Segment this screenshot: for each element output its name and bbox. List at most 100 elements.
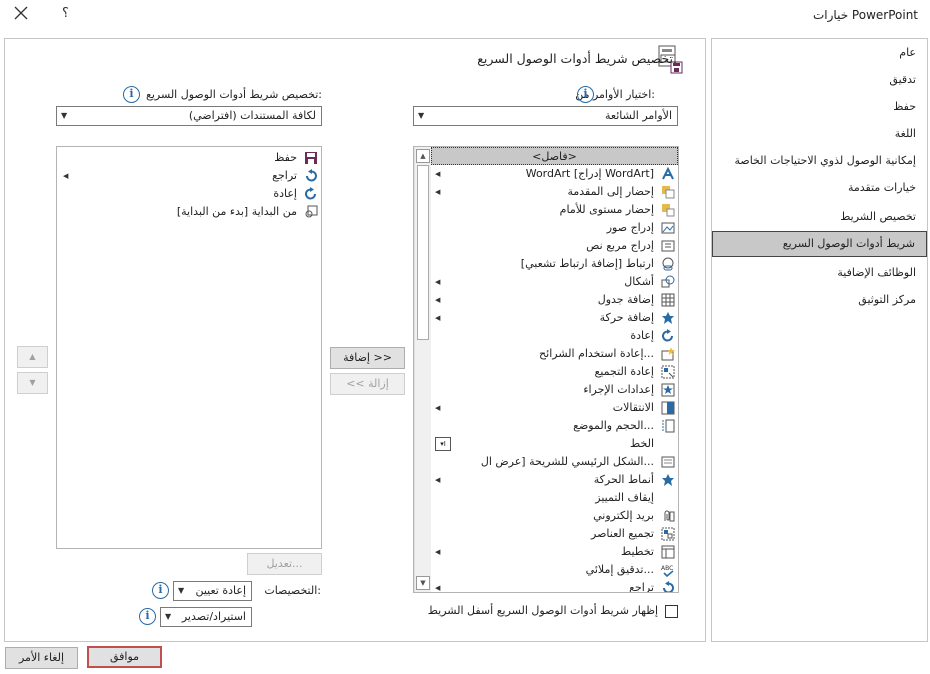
choose-commands-dropdown[interactable]: ▼ الأوامر الشائعة [413, 106, 678, 126]
submenu-arrow-icon: ◀ [435, 278, 441, 286]
category-accessibility[interactable]: إمكانية الوصول لذوي الاحتياجات الخاصة [712, 149, 927, 173]
command-item[interactable]: تدقيق إملائي... ABC [431, 561, 678, 579]
toolbar-item[interactable]: من البداية [بدء من البداية] [57, 203, 321, 221]
help-button[interactable]: ؟ [62, 6, 69, 21]
toolbar-item[interactable]: إعادة [57, 185, 321, 203]
command-item[interactable]: إدراج مربع نص [431, 237, 678, 255]
command-item[interactable]: إضافة جدول ◀ [431, 291, 678, 309]
move-down-button[interactable]: ▼ [17, 372, 48, 394]
modify-button[interactable]: تعديل... [247, 553, 322, 575]
command-item[interactable]: إعادة استخدام الشرائح... [431, 345, 678, 363]
submenu-arrow-icon: ◀ [435, 584, 441, 592]
category-advanced[interactable]: خيارات متقدمة [712, 176, 927, 200]
close-button[interactable] [14, 4, 28, 25]
command-item[interactable]: تخطيط ◀ [431, 543, 678, 561]
category-save[interactable]: حفظ [712, 95, 927, 119]
command-item[interactable]: أنماط الحركة ◀ [431, 471, 678, 489]
scroll-thumb[interactable] [417, 165, 429, 340]
command-item[interactable]: إدراج صور [431, 219, 678, 237]
import-export-label: استيراد/تصدير [181, 610, 246, 623]
close-icon [14, 6, 28, 20]
shapes-icon [661, 275, 675, 289]
command-item[interactable]: الانتقالات ◀ [431, 399, 678, 417]
customize-toolbar-dropdown[interactable]: ▼ لكافة المستندات (افتراضي) [56, 106, 322, 126]
command-item[interactable]: إحضار مستوى للأمام [431, 201, 678, 219]
font-icon [661, 437, 675, 451]
command-item-label: إدراج مربع نص [586, 239, 654, 252]
command-item[interactable]: الحجم والموضع... [431, 417, 678, 435]
customize-toolbar-info-icon[interactable]: i [123, 86, 140, 103]
category-language[interactable]: اللغة [712, 122, 927, 146]
command-item[interactable]: إضافة حركة ◀ [431, 309, 678, 327]
size-position-icon [661, 419, 675, 433]
redo-icon [304, 187, 318, 201]
toolbar-item[interactable]: حفظ [57, 149, 321, 167]
command-item[interactable]: ارتباط [إضافة ارتباط تشعبي] [431, 255, 678, 273]
undo-icon [661, 581, 675, 592]
command-item[interactable]: تجميع العناصر [431, 525, 678, 543]
import-export-info-icon[interactable]: i [139, 608, 156, 625]
command-item[interactable]: WordArt [إدراج WordArt] ◀ [431, 165, 678, 183]
command-item[interactable]: بريد إلكتروني [431, 507, 678, 525]
command-item-label: إيقاف التمييز [595, 491, 654, 504]
email-icon [661, 509, 675, 523]
command-item-label: تجميع العناصر [591, 527, 654, 540]
undo-icon [304, 169, 318, 183]
toolbar-items-list[interactable]: حفظ تراجع ◀ إعادة من البداية [بدء من البداية… [56, 146, 322, 549]
category-proofing[interactable]: تدقيق [712, 68, 927, 92]
toolbar-item[interactable]: تراجع ◀ [57, 167, 321, 185]
show-below-checkbox[interactable] [665, 605, 678, 618]
command-item[interactable]: أشكال ◀ [431, 273, 678, 291]
add-button[interactable]: إضافة >> [330, 347, 405, 369]
link-icon [661, 257, 675, 271]
scroll-down-arrow-icon[interactable]: ▼ [416, 576, 430, 590]
move-up-button[interactable]: ▲ [17, 346, 48, 368]
command-item[interactable]: إعدادات الإجراء [431, 381, 678, 399]
submenu-arrow-icon: ◀ [435, 404, 441, 412]
reset-dropdown[interactable]: ▼ إعادة تعيين [173, 581, 252, 601]
command-item[interactable]: تراجع ◀ [431, 579, 678, 592]
commands-scrollbar[interactable]: ▲ ▼ [414, 147, 431, 592]
category-customize-ribbon[interactable]: تخصيص الشريط [712, 205, 927, 229]
command-item[interactable]: الخط ▾I [431, 435, 678, 453]
command-item[interactable]: إيقاف التمييز [431, 489, 678, 507]
remove-button[interactable]: << إزالة [330, 373, 405, 395]
reset-info-icon[interactable]: i [152, 582, 169, 599]
command-item[interactable]: إحضار إلى المقدمة ◀ [431, 183, 678, 201]
commands-list[interactable]: ▲ ▼ <فاصل> WordArt [إدراج WordArt] ◀ إحضار … [413, 146, 679, 593]
submenu-arrow-icon: ◀ [435, 476, 441, 484]
show-below-label: إظهار شريط أدوات الوصول السريع أسفل الشر… [427, 604, 658, 617]
command-item-label: <فاصل> [532, 150, 577, 163]
group-icon [661, 527, 675, 541]
svg-text:ABC: ABC [661, 565, 673, 572]
regroup-icon [661, 365, 675, 379]
category-trust-center[interactable]: مركز التوثيق [712, 288, 927, 312]
customize-toolbar-value: لكافة المستندات (افتراضي) [188, 109, 316, 122]
reuse-slides-icon [661, 347, 675, 361]
command-item-label: إدراج صور [606, 221, 654, 234]
cancel-button[interactable]: إلغاء الأمر [5, 647, 78, 669]
submenu-arrow-icon: ◀ [435, 170, 441, 178]
command-item[interactable]: الشكل الرئيسي للشريحة [عرض ال... [431, 453, 678, 471]
command-item-label: أنماط الحركة [593, 473, 654, 486]
spelling-icon: ABC [661, 563, 675, 578]
command-item[interactable]: إعادة التجميع [431, 363, 678, 381]
category-addins[interactable]: الوظائف الإضافية [712, 261, 927, 285]
ok-button[interactable]: موافق [87, 646, 162, 668]
command-item-label: ارتباط [إضافة ارتباط تشعبي] [520, 257, 654, 270]
category-general[interactable]: عام [712, 41, 927, 65]
command-item-label: إعدادات الإجراء [583, 383, 654, 396]
command-item[interactable]: إعادة [431, 327, 678, 345]
reset-label: إعادة تعيين [195, 584, 246, 597]
toolbar-item-label: حفظ [274, 151, 297, 164]
command-item[interactable]: <فاصل> [431, 147, 678, 165]
toolbar-item-label: إعادة [273, 187, 297, 200]
command-item-label: WordArt [إدراج WordArt] [525, 167, 654, 180]
save-icon [304, 151, 318, 165]
scroll-up-arrow-icon[interactable]: ▲ [416, 149, 430, 163]
import-export-dropdown[interactable]: ▼ استيراد/تصدير [160, 607, 252, 627]
category-quick-access-toolbar[interactable]: شريط أدوات الوصول السريع [712, 231, 927, 257]
chevron-down-icon: ▼ [61, 111, 68, 120]
choose-commands-info-icon[interactable]: i [577, 86, 594, 103]
animation-styles-icon [661, 473, 675, 487]
